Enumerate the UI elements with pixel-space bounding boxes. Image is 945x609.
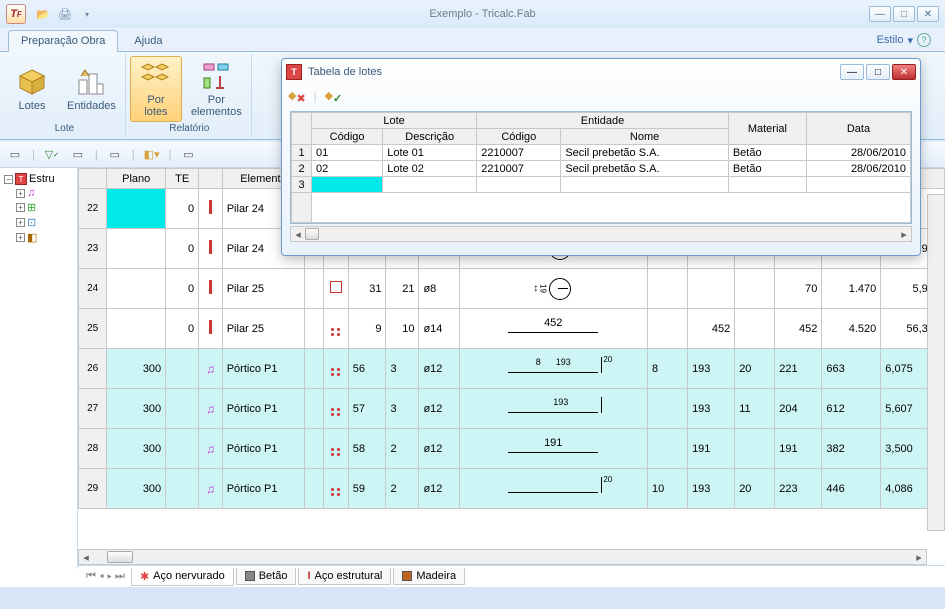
tree-item[interactable]: + ⊡: [4, 215, 73, 230]
dialog-icon: T: [286, 64, 302, 80]
tab-aco-estrutural[interactable]: IAço estrutural: [298, 568, 391, 585]
style-dropdown[interactable]: Estilo ▾ ?: [871, 29, 937, 51]
module-tabs: ⏮ ◂ ▸ ⏭ ✱Aço nervurado Betão IAço estrut…: [78, 565, 945, 587]
toolbar-icon-4[interactable]: ▭: [106, 146, 124, 164]
tab-ajuda[interactable]: Ajuda: [122, 31, 174, 51]
entidades-button[interactable]: Entidades: [60, 56, 123, 122]
table-row[interactable]: 240Pilar 253121ø8↕19701.4705,986: [79, 269, 945, 309]
group-lote-label: Lote: [6, 122, 123, 135]
group-relatorio-label: Relatório: [130, 122, 249, 135]
toolbar-icon-6[interactable]: ▭: [179, 146, 197, 164]
dialog-maximize-button[interactable]: □: [866, 64, 890, 80]
tree-root[interactable]: − T Estru: [4, 172, 73, 186]
tab-madeira[interactable]: Madeira: [393, 568, 465, 585]
tabela-lotes-dialog: T Tabela de lotes — □ ✕ ◆✖ | ◆✓ Lote Ent…: [281, 58, 921, 256]
table-row[interactable]: 26300♫Pórtico P1563ø128 1932081932022166…: [79, 349, 945, 389]
lote-row[interactable]: 202Lote 022210007Secil prebetão S.A.Betã…: [292, 161, 911, 177]
qat-dropdown-icon[interactable]: ▾: [78, 5, 96, 23]
dialog-scrollbar[interactable]: ◂▸: [290, 226, 912, 242]
table-row[interactable]: 29300♫Pórtico P1592ø12 2010193202234464,…: [79, 469, 945, 509]
tree-item[interactable]: + ♫: [4, 186, 73, 200]
confirm-lote-icon[interactable]: ◆✓: [325, 89, 343, 105]
cube-icon[interactable]: ◧▾: [143, 146, 161, 164]
table-row[interactable]: 28300♫Pórtico P1582ø121911911913823,500: [79, 429, 945, 469]
horizontal-scrollbar[interactable]: ◂▸: [78, 549, 927, 565]
lotes-button[interactable]: Lotes: [6, 56, 58, 122]
titlebar: TF 📂 🖨 ▾ Exemplo - Tricalc.Fab — □ ✕: [0, 0, 945, 28]
dialog-title: Tabela de lotes: [308, 66, 382, 78]
por-elementos-button[interactable]: Por elementos: [184, 56, 249, 122]
lotes-grid[interactable]: Lote Entidade Material Data CódigoDescri…: [290, 111, 912, 224]
dialog-close-button[interactable]: ✕: [892, 64, 916, 80]
tab-betao[interactable]: Betão: [236, 568, 297, 585]
minimize-button[interactable]: —: [869, 6, 891, 22]
open-icon[interactable]: 📂: [34, 5, 52, 23]
window-title: Exemplo - Tricalc.Fab: [96, 8, 869, 20]
dialog-minimize-button[interactable]: —: [840, 64, 864, 80]
toolbar-icon-1[interactable]: ▭: [6, 146, 24, 164]
print-icon[interactable]: 🖨: [56, 5, 74, 23]
por-lotes-button[interactable]: Por lotes: [130, 56, 182, 122]
tree-panel: − T Estru + ♫ + ⊞ + ⊡ + ◧: [0, 168, 78, 569]
table-row[interactable]: 27300♫Pórtico P1573ø12 193193112046125,6…: [79, 389, 945, 429]
maximize-button[interactable]: □: [893, 6, 915, 22]
delete-lote-icon[interactable]: ◆✖: [288, 89, 306, 105]
vertical-scrollbar[interactable]: [927, 194, 945, 531]
lote-row[interactable]: 101Lote 012210007Secil prebetão S.A.Betã…: [292, 145, 911, 161]
toolbar-icon-3[interactable]: ▭: [69, 146, 87, 164]
tab-preparacao[interactable]: Preparação Obra: [8, 30, 118, 52]
tree-item[interactable]: + ◧: [4, 230, 73, 245]
filter-icon[interactable]: ▽✓: [43, 146, 61, 164]
tree-item[interactable]: + ⊞: [4, 200, 73, 215]
table-row[interactable]: 250Pilar 25910ø144524524524.52056,368: [79, 309, 945, 349]
lote-row[interactable]: 3: [292, 177, 911, 193]
tab-nav-icon[interactable]: ⏮ ◂ ▸ ⏭: [82, 570, 129, 583]
tab-aco-nervurado[interactable]: ✱Aço nervurado: [131, 568, 234, 586]
close-button[interactable]: ✕: [917, 6, 939, 22]
app-icon: TF: [6, 4, 26, 24]
